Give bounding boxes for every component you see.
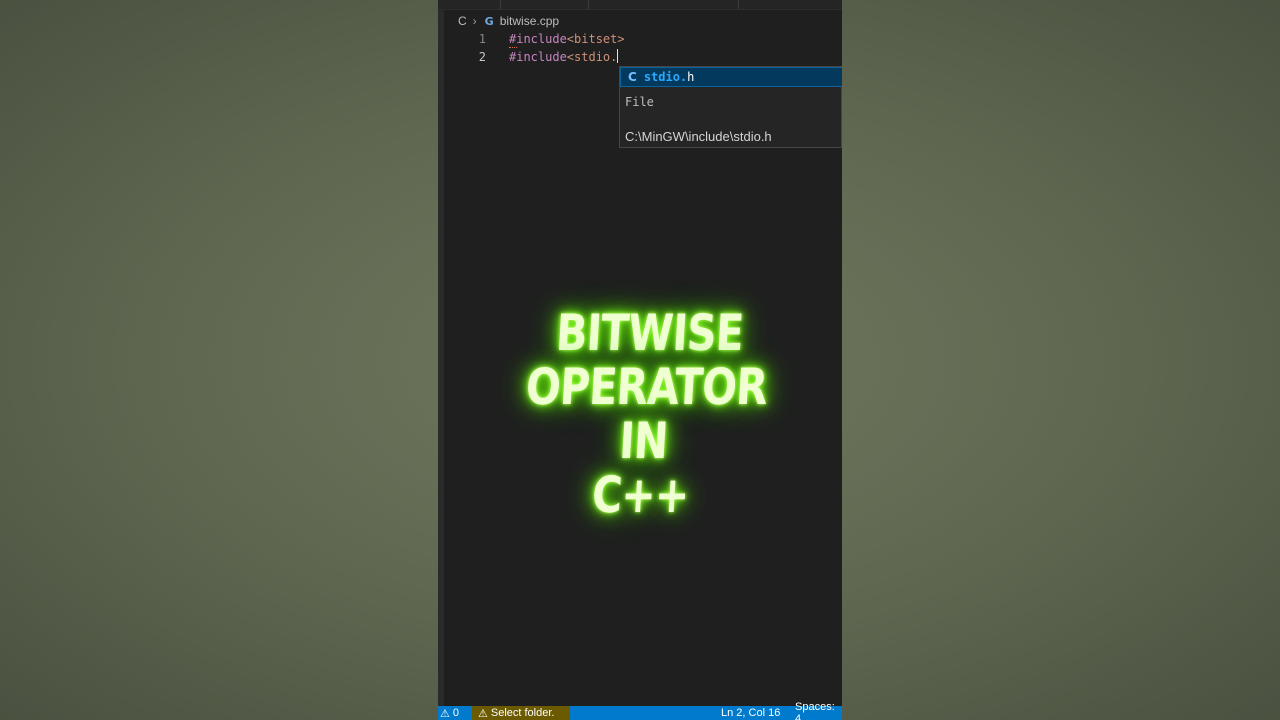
indentation-setting[interactable]: Spaces: 4 [795,701,842,720]
line-number: 1 [478,32,486,46]
line-number: 2 [478,50,486,64]
activity-gutter [438,9,444,707]
code-text[interactable]: #include<bitset> [509,30,625,48]
suggestion-item[interactable]: C stdio.h [620,67,842,87]
include-path: <bitset> [566,32,625,46]
code-line[interactable]: 1 #include<bitset> [438,30,842,48]
chevron-right-icon: › [472,14,477,28]
suggestion-label: stdio.h [644,70,695,84]
tab-separator [588,0,589,9]
cursor-position[interactable]: Ln 2, Col 16 [721,706,780,720]
breadcrumb[interactable]: C › G bitwise.cpp [458,12,559,30]
tab-separator [500,0,501,9]
suggestion-rest: h [687,70,695,84]
preprocessor-directive: #include [509,32,567,46]
code-line[interactable]: 2 #include<stdio. [438,48,842,66]
status-bar: ⚠ 0 ⚠ Select folder. Ln 2, Col 16 Spaces… [438,701,842,720]
title-line: OPERATOR IN [524,358,769,470]
title-line: C++ [590,466,691,524]
title-line: BITWISE [554,304,745,362]
warning-count: 0 [452,707,459,719]
cpp-file-icon: G [484,14,494,28]
tabs-strip[interactable] [438,0,842,10]
preprocessor-directive: #include [509,50,567,64]
suggestion-match: stdio. [643,70,688,84]
warning-icon: ⚠ [478,706,488,720]
warning-icon: ⚠ [440,706,450,720]
include-path: <stdio. [566,50,618,64]
select-folder-button[interactable]: ⚠ Select folder. [472,706,570,720]
problems-indicator[interactable]: ⚠ 0 [438,706,459,720]
video-title-overlay: BITWISE OPERATOR IN C++ [504,304,787,524]
breadcrumb-file[interactable]: bitwise.cpp [500,14,559,28]
breadcrumb-folder[interactable]: C [458,14,467,28]
c-suggestion-icon: C [628,70,637,84]
suggestion-detail-path: C:\MinGW\include\stdio.h [625,129,772,144]
select-folder-label: Select folder. [490,707,555,719]
autocomplete-widget[interactable]: C stdio.h File C:\MinGW\include\stdio.h [619,66,842,148]
code-text[interactable]: #include<stdio. [509,48,619,66]
tab-separator [738,0,739,9]
suggestion-detail-type: File [625,95,654,109]
text-cursor [617,49,619,63]
